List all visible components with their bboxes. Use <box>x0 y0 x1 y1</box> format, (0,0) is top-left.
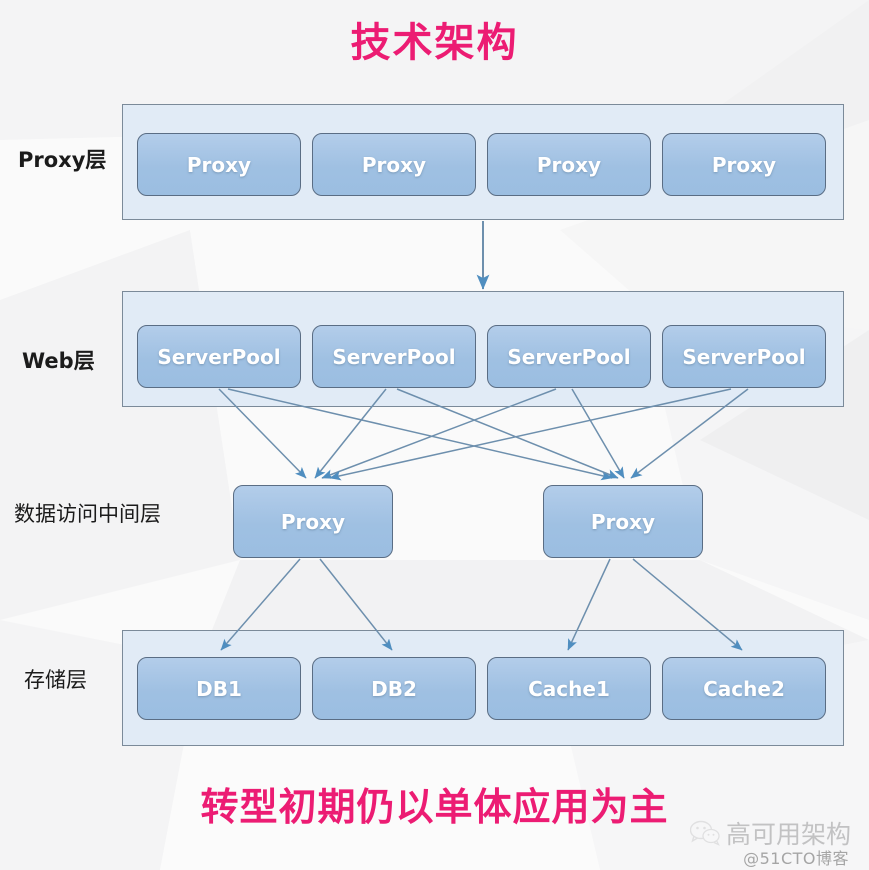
node-serverpool-2[interactable]: ServerPool <box>312 325 476 388</box>
node-proxy-3[interactable]: Proxy <box>487 133 651 196</box>
node-proxy-2[interactable]: Proxy <box>312 133 476 196</box>
node-label: DB2 <box>371 676 417 701</box>
diagram-canvas: 技术架构 Proxy层 Web层 数据访问中间层 存储层 Proxy Proxy… <box>0 0 869 870</box>
node-data-proxy-right[interactable]: Proxy <box>543 485 703 558</box>
node-label: DB1 <box>196 676 242 701</box>
row-label-storage-layer: 存储层 <box>24 668 87 692</box>
node-label: Proxy <box>186 152 252 177</box>
watermark-source: @51CTO博客 <box>743 849 849 868</box>
node-db2[interactable]: DB2 <box>312 657 476 720</box>
wechat-icon <box>689 820 720 846</box>
node-label: Proxy <box>361 152 427 177</box>
node-cache2[interactable]: Cache2 <box>662 657 826 720</box>
node-label: Proxy <box>711 152 777 177</box>
node-label: ServerPool <box>682 344 806 369</box>
node-serverpool-3[interactable]: ServerPool <box>487 325 651 388</box>
page-title: 技术架构 <box>350 20 519 66</box>
node-label: Proxy <box>536 152 602 177</box>
node-label: ServerPool <box>507 344 631 369</box>
node-db1[interactable]: DB1 <box>137 657 301 720</box>
node-serverpool-4[interactable]: ServerPool <box>662 325 826 388</box>
row-label-data-access-layer: 数据访问中间层 <box>14 502 161 526</box>
node-cache1[interactable]: Cache1 <box>487 657 651 720</box>
row-label-web-layer: Web层 <box>22 349 95 373</box>
node-proxy-1[interactable]: Proxy <box>137 133 301 196</box>
node-serverpool-1[interactable]: ServerPool <box>137 325 301 388</box>
row-label-proxy-layer: Proxy层 <box>18 148 107 172</box>
node-label: ServerPool <box>332 344 456 369</box>
node-data-proxy-left[interactable]: Proxy <box>233 485 393 558</box>
node-label: Cache1 <box>528 676 610 701</box>
node-proxy-4[interactable]: Proxy <box>662 133 826 196</box>
node-label: ServerPool <box>157 344 281 369</box>
node-label: Cache2 <box>703 676 785 701</box>
node-label: Proxy <box>590 509 656 534</box>
node-label: Proxy <box>280 509 346 534</box>
